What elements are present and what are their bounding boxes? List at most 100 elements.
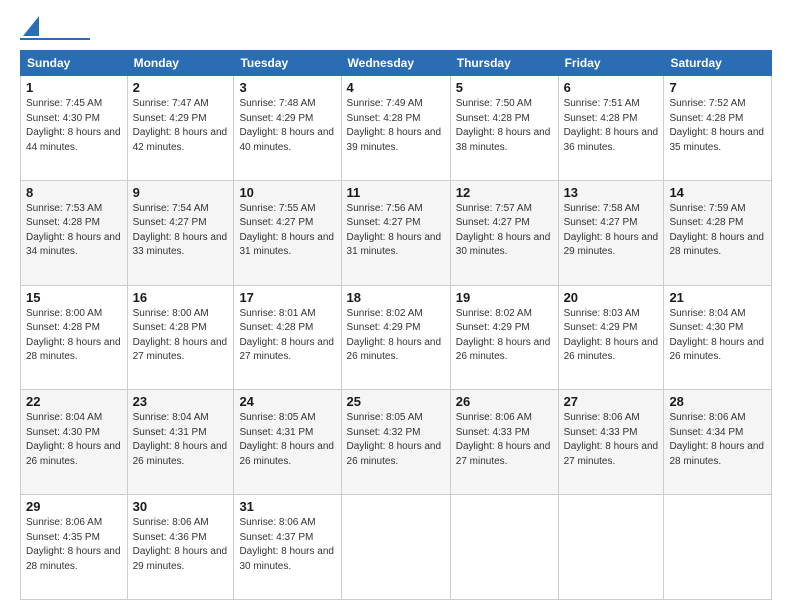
calendar-cell: 21Sunrise: 8:04 AMSunset: 4:30 PMDayligh… bbox=[664, 285, 772, 390]
day-info: Sunrise: 8:06 AMSunset: 4:33 PMDaylight:… bbox=[564, 411, 659, 469]
day-info: Sunrise: 8:04 AMSunset: 4:30 PMDaylight:… bbox=[26, 411, 122, 469]
day-info: Sunrise: 8:05 AMSunset: 4:31 PMDaylight:… bbox=[239, 411, 335, 469]
day-number: 20 bbox=[564, 290, 659, 305]
day-number: 27 bbox=[564, 394, 659, 409]
day-number: 4 bbox=[347, 80, 445, 95]
day-info: Sunrise: 7:47 AMSunset: 4:29 PMDaylight:… bbox=[133, 97, 229, 155]
calendar-cell: 29 Sunrise: 8:06 AMSunset: 4:35 PMDayligh… bbox=[21, 495, 128, 600]
calendar-cell bbox=[341, 495, 450, 600]
calendar-cell: 1Sunrise: 7:45 AMSunset: 4:30 PMDaylight… bbox=[21, 76, 128, 181]
day-info: Sunrise: 7:59 AMSunset: 4:28 PMDaylight:… bbox=[669, 202, 766, 260]
calendar-day-header: Tuesday bbox=[234, 51, 341, 76]
calendar-week-row: 8 Sunrise: 7:53 AMSunset: 4:28 PMDaylight… bbox=[21, 180, 772, 285]
logo bbox=[20, 16, 90, 40]
calendar-cell: 12 Sunrise: 7:57 AMSunset: 4:27 PMDayligh… bbox=[450, 180, 558, 285]
calendar-header-row: SundayMondayTuesdayWednesdayThursdayFrid… bbox=[21, 51, 772, 76]
day-info: Sunrise: 8:02 AMSunset: 4:29 PMDaylight:… bbox=[347, 307, 445, 365]
day-number: 22 bbox=[26, 394, 122, 409]
day-number: 15 bbox=[26, 290, 122, 305]
calendar-cell: 30 Sunrise: 8:06 AMSunset: 4:36 PMDayligh… bbox=[127, 495, 234, 600]
logo-underline bbox=[20, 38, 90, 40]
day-number: 12 bbox=[456, 185, 553, 200]
day-number: 1 bbox=[26, 80, 122, 95]
day-info: Sunrise: 7:55 AMSunset: 4:27 PMDaylight:… bbox=[239, 202, 335, 260]
calendar-week-row: 29 Sunrise: 8:06 AMSunset: 4:35 PMDayligh… bbox=[21, 495, 772, 600]
day-info: Sunrise: 7:52 AMSunset: 4:28 PMDaylight:… bbox=[669, 97, 766, 155]
calendar-week-row: 15 Sunrise: 8:00 AMSunset: 4:28 PMDayligh… bbox=[21, 285, 772, 390]
page: SundayMondayTuesdayWednesdayThursdayFrid… bbox=[0, 0, 792, 612]
day-number: 14 bbox=[669, 185, 766, 200]
day-info: Sunrise: 8:06 AMSunset: 4:33 PMDaylight:… bbox=[456, 411, 553, 469]
calendar-day-header: Thursday bbox=[450, 51, 558, 76]
header bbox=[20, 16, 772, 40]
day-info: Sunrise: 8:06 AMSunset: 4:36 PMDaylight:… bbox=[133, 516, 229, 574]
calendar-cell: 28Sunrise: 8:06 AMSunset: 4:34 PMDayligh… bbox=[664, 390, 772, 495]
calendar-day-header: Monday bbox=[127, 51, 234, 76]
day-number: 13 bbox=[564, 185, 659, 200]
day-number: 23 bbox=[133, 394, 229, 409]
day-number: 30 bbox=[133, 499, 229, 514]
day-info: Sunrise: 8:02 AMSunset: 4:29 PMDaylight:… bbox=[456, 307, 553, 365]
calendar-cell: 7Sunrise: 7:52 AMSunset: 4:28 PMDaylight… bbox=[664, 76, 772, 181]
calendar-cell: 18 Sunrise: 8:02 AMSunset: 4:29 PMDayligh… bbox=[341, 285, 450, 390]
calendar-cell: 22 Sunrise: 8:04 AMSunset: 4:30 PMDayligh… bbox=[21, 390, 128, 495]
day-number: 28 bbox=[669, 394, 766, 409]
calendar-week-row: 22 Sunrise: 8:04 AMSunset: 4:30 PMDayligh… bbox=[21, 390, 772, 495]
day-number: 9 bbox=[133, 185, 229, 200]
calendar-day-header: Saturday bbox=[664, 51, 772, 76]
calendar-day-header: Wednesday bbox=[341, 51, 450, 76]
day-number: 2 bbox=[133, 80, 229, 95]
day-number: 29 bbox=[26, 499, 122, 514]
day-info: Sunrise: 8:00 AMSunset: 4:28 PMDaylight:… bbox=[26, 307, 122, 365]
day-info: Sunrise: 8:03 AMSunset: 4:29 PMDaylight:… bbox=[564, 307, 659, 365]
day-info: Sunrise: 7:58 AMSunset: 4:27 PMDaylight:… bbox=[564, 202, 659, 260]
calendar-cell: 9 Sunrise: 7:54 AMSunset: 4:27 PMDaylight… bbox=[127, 180, 234, 285]
calendar-cell: 5 Sunrise: 7:50 AMSunset: 4:28 PMDaylight… bbox=[450, 76, 558, 181]
calendar-cell: 4 Sunrise: 7:49 AMSunset: 4:28 PMDaylight… bbox=[341, 76, 450, 181]
day-number: 24 bbox=[239, 394, 335, 409]
calendar-cell: 13 Sunrise: 7:58 AMSunset: 4:27 PMDayligh… bbox=[558, 180, 664, 285]
day-number: 8 bbox=[26, 185, 122, 200]
calendar-cell: 6Sunrise: 7:51 AMSunset: 4:28 PMDaylight… bbox=[558, 76, 664, 181]
calendar-cell: 8 Sunrise: 7:53 AMSunset: 4:28 PMDaylight… bbox=[21, 180, 128, 285]
day-info: Sunrise: 8:04 AMSunset: 4:31 PMDaylight:… bbox=[133, 411, 229, 469]
calendar-cell bbox=[558, 495, 664, 600]
day-info: Sunrise: 8:00 AMSunset: 4:28 PMDaylight:… bbox=[133, 307, 229, 365]
day-info: Sunrise: 7:56 AMSunset: 4:27 PMDaylight:… bbox=[347, 202, 445, 260]
calendar-cell: 31Sunrise: 8:06 AMSunset: 4:37 PMDayligh… bbox=[234, 495, 341, 600]
day-info: Sunrise: 7:54 AMSunset: 4:27 PMDaylight:… bbox=[133, 202, 229, 260]
day-info: Sunrise: 7:50 AMSunset: 4:28 PMDaylight:… bbox=[456, 97, 553, 155]
day-info: Sunrise: 8:05 AMSunset: 4:32 PMDaylight:… bbox=[347, 411, 445, 469]
day-number: 5 bbox=[456, 80, 553, 95]
day-info: Sunrise: 7:51 AMSunset: 4:28 PMDaylight:… bbox=[564, 97, 659, 155]
calendar-cell: 14 Sunrise: 7:59 AMSunset: 4:28 PMDayligh… bbox=[664, 180, 772, 285]
calendar-cell: 19Sunrise: 8:02 AMSunset: 4:29 PMDayligh… bbox=[450, 285, 558, 390]
day-number: 31 bbox=[239, 499, 335, 514]
day-number: 25 bbox=[347, 394, 445, 409]
calendar-day-header: Friday bbox=[558, 51, 664, 76]
calendar-cell: 2 Sunrise: 7:47 AMSunset: 4:29 PMDaylight… bbox=[127, 76, 234, 181]
day-number: 18 bbox=[347, 290, 445, 305]
calendar-cell: 16 Sunrise: 8:00 AMSunset: 4:28 PMDayligh… bbox=[127, 285, 234, 390]
day-info: Sunrise: 7:53 AMSunset: 4:28 PMDaylight:… bbox=[26, 202, 122, 260]
calendar-cell: 25 Sunrise: 8:05 AMSunset: 4:32 PMDayligh… bbox=[341, 390, 450, 495]
day-number: 26 bbox=[456, 394, 553, 409]
calendar-cell: 27 Sunrise: 8:06 AMSunset: 4:33 PMDayligh… bbox=[558, 390, 664, 495]
calendar-day-header: Sunday bbox=[21, 51, 128, 76]
day-info: Sunrise: 7:57 AMSunset: 4:27 PMDaylight:… bbox=[456, 202, 553, 260]
calendar-cell bbox=[664, 495, 772, 600]
day-info: Sunrise: 8:01 AMSunset: 4:28 PMDaylight:… bbox=[239, 307, 335, 365]
day-info: Sunrise: 8:06 AMSunset: 4:35 PMDaylight:… bbox=[26, 516, 122, 574]
day-number: 17 bbox=[239, 290, 335, 305]
day-number: 10 bbox=[239, 185, 335, 200]
calendar-table: SundayMondayTuesdayWednesdayThursdayFrid… bbox=[20, 50, 772, 600]
calendar-cell: 11Sunrise: 7:56 AMSunset: 4:27 PMDayligh… bbox=[341, 180, 450, 285]
day-info: Sunrise: 7:48 AMSunset: 4:29 PMDaylight:… bbox=[239, 97, 335, 155]
calendar-cell: 24 Sunrise: 8:05 AMSunset: 4:31 PMDayligh… bbox=[234, 390, 341, 495]
logo-triangle-icon bbox=[23, 16, 39, 36]
calendar-cell bbox=[450, 495, 558, 600]
calendar-cell: 23 Sunrise: 8:04 AMSunset: 4:31 PMDayligh… bbox=[127, 390, 234, 495]
calendar-cell: 15 Sunrise: 8:00 AMSunset: 4:28 PMDayligh… bbox=[21, 285, 128, 390]
day-info: Sunrise: 7:49 AMSunset: 4:28 PMDaylight:… bbox=[347, 97, 445, 155]
day-number: 16 bbox=[133, 290, 229, 305]
